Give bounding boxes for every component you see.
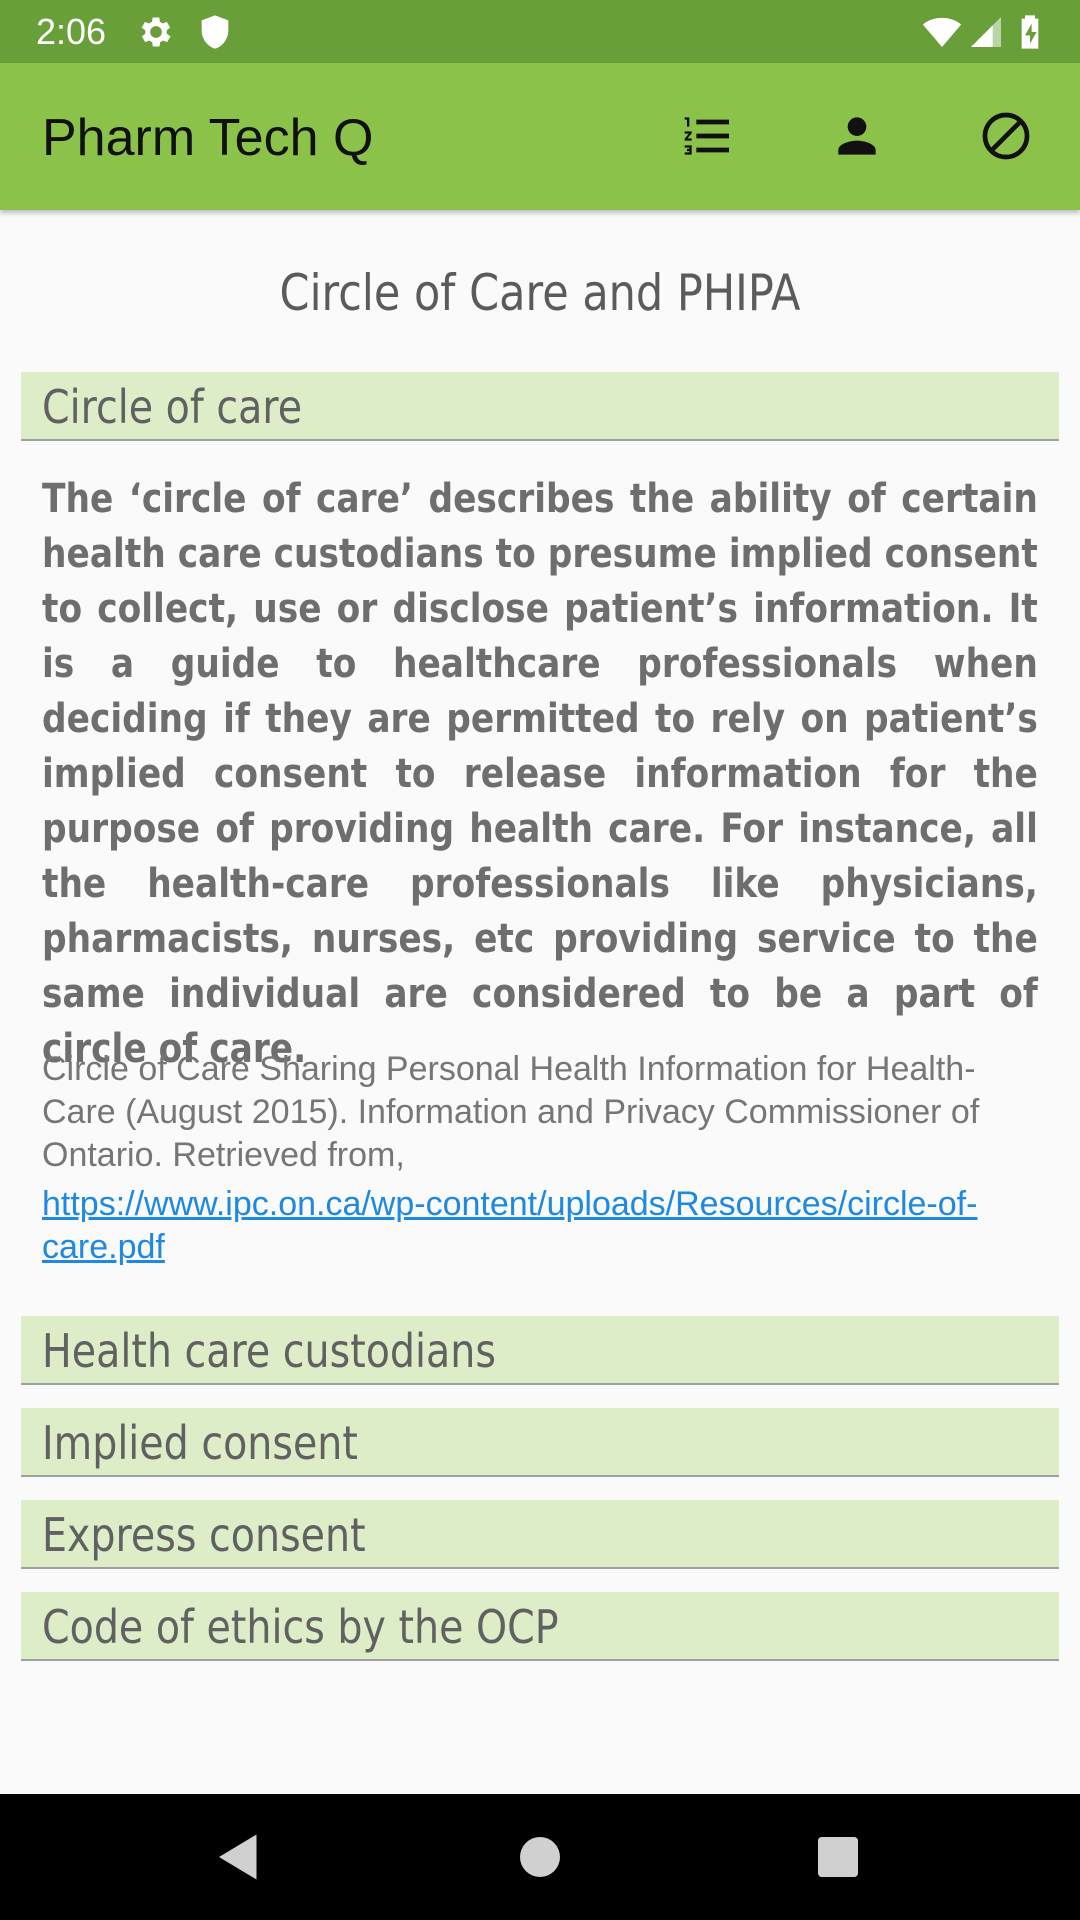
app-title: Pharm Tech Q (42, 109, 374, 167)
home-icon (520, 1837, 560, 1877)
recents-icon (818, 1837, 858, 1877)
section-header-label: Express consent (42, 1508, 366, 1562)
block-icon (982, 112, 1030, 160)
section-header-express-consent[interactable]: Express consent (21, 1500, 1059, 1569)
section-header-implied-consent[interactable]: Implied consent (21, 1408, 1059, 1477)
block-button[interactable] (973, 103, 1039, 169)
home-button[interactable] (510, 1827, 570, 1887)
account-button[interactable] (824, 103, 890, 169)
status-bar: 2:06 (0, 0, 1080, 63)
section-header-code-of-ethics[interactable]: Code of ethics by the OCP (21, 1592, 1059, 1661)
person-icon (838, 117, 876, 155)
shield-icon (195, 12, 235, 52)
back-icon (219, 1834, 257, 1880)
section-body: The ‘circle of care’ describes the abili… (42, 472, 1038, 1077)
battery-charging-icon (1010, 12, 1050, 52)
status-time: 2:06 (36, 11, 107, 52)
signal-icon (966, 12, 1006, 52)
page-title: Circle of Care and PHIPA (279, 264, 801, 322)
section-body-text: The ‘circle of care’ describes the abili… (42, 476, 1038, 1072)
recents-button[interactable] (808, 1827, 868, 1887)
citation-link[interactable]: https://www.ipc.on.ca/wp-content/uploads… (42, 1183, 1038, 1269)
numbered-list-icon (684, 117, 729, 155)
content-area[interactable]: Circle of Care and PHIPA Circle of care … (0, 210, 1080, 1794)
app-bar: Pharm Tech Q (0, 63, 1080, 210)
citation-text: Circle of Care Sharing Personal Health I… (42, 1050, 980, 1174)
settings-gear-icon (136, 12, 176, 52)
section-header-label: Implied consent (42, 1416, 358, 1470)
section-header-label: Health care custodians (42, 1324, 496, 1378)
back-button[interactable] (209, 1827, 269, 1887)
section-header-label: Code of ethics by the OCP (42, 1600, 559, 1654)
numbered-list-button[interactable] (675, 103, 741, 169)
citation: Circle of Care Sharing Personal Health I… (42, 1048, 1038, 1269)
section-header-label: Circle of care (42, 380, 303, 434)
section-header-health-care-custodians[interactable]: Health care custodians (21, 1316, 1059, 1385)
navigation-bar (0, 1794, 1080, 1920)
wifi-icon (922, 12, 962, 52)
section-header-circle-of-care[interactable]: Circle of care (21, 372, 1059, 441)
